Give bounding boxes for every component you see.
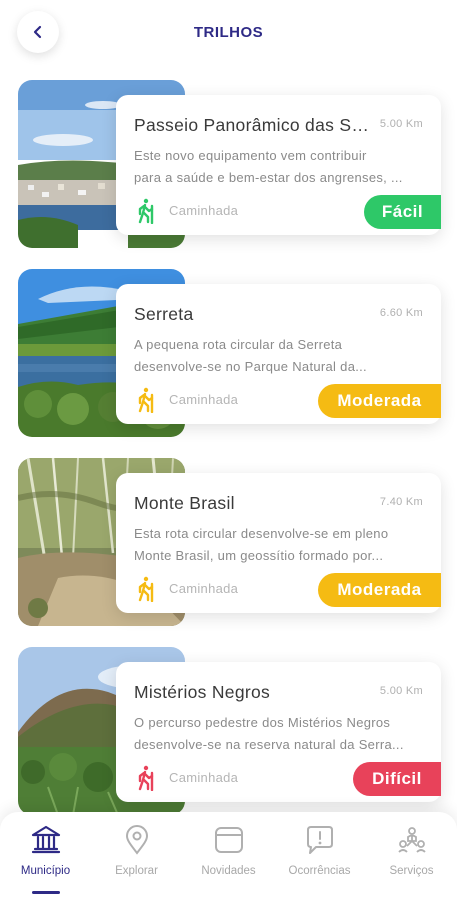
trail-type: Caminhada (169, 581, 239, 596)
hiker-icon (138, 387, 154, 413)
trail-description: Este novo equipamento vem contribuir par… (134, 145, 424, 189)
trail-distance: 6.60 Km (379, 307, 423, 319)
difficulty-badge: Difícil (353, 762, 441, 796)
trail-info-panel: Mistérios Negros 5.00 Km O percurso pede… (116, 662, 441, 802)
hiker-icon (138, 576, 154, 602)
difficulty-badge: Fácil (364, 195, 441, 229)
page-title: TRILHOS (193, 24, 264, 41)
services-icon (397, 827, 426, 853)
trail-info-panel: Monte Brasil 7.40 Km Esta rota circular … (116, 473, 441, 613)
trail-info-panel: Serreta 6.60 Km A pequena rota circular … (116, 284, 441, 424)
trail-description-line: desenvolve-se no Parque Natural da... (134, 359, 367, 374)
nav-item-municipio[interactable]: Município (0, 824, 91, 894)
trail-description-line: Monte Brasil, um geossítio formado por..… (134, 548, 384, 563)
nav-item-servicos[interactable]: Serviços (366, 824, 457, 894)
trail-name: Monte Brasil (134, 493, 235, 513)
difficulty-badge: Moderada (318, 384, 441, 418)
nav-item-novidades[interactable]: Novidades (183, 824, 274, 894)
trail-type: Caminhada (169, 203, 239, 218)
trail-description-line: O percurso pedestre dos Mistérios Negros (134, 715, 391, 730)
trail-description-line: Esta rota circular desenvolve-se em plen… (134, 526, 389, 541)
hiker-icon (138, 198, 154, 224)
trail-card[interactable]: Monte Brasil 7.40 Km Esta rota circular … (0, 458, 457, 628)
map-pin-icon (125, 825, 148, 855)
trail-description: O percurso pedestre dos Mistérios Negros… (134, 712, 424, 756)
trail-card[interactable]: Passeio Panorâmico das Serras 5.00 Km Es… (0, 80, 457, 250)
trail-card[interactable]: Mistérios Negros 5.00 Km O percurso pede… (0, 647, 457, 817)
trail-description-line: Este novo equipamento vem contribuir (134, 148, 367, 163)
trail-description-line: A pequena rota circular da Serreta (134, 337, 343, 352)
news-card-icon (214, 827, 243, 853)
trail-name: Mistérios Negros (134, 682, 271, 702)
trail-description-line: desenvolve-se na reserva natural da Serr… (134, 737, 404, 752)
alert-bubble-icon (306, 826, 333, 854)
difficulty-badge: Moderada (318, 573, 441, 607)
trail-card[interactable]: Serreta 6.60 Km A pequena rota circular … (0, 269, 457, 439)
nav-label: Novidades (201, 865, 256, 877)
active-tab-indicator (32, 891, 60, 894)
trail-info-panel: Passeio Panorâmico das Serras 5.00 Km Es… (116, 95, 441, 235)
trail-distance: 5.00 Km (379, 685, 423, 697)
trail-type: Caminhada (169, 770, 239, 785)
trail-description: A pequena rota circular da Serreta desen… (134, 334, 424, 378)
trail-name: Passeio Panorâmico das Serras (134, 115, 369, 135)
trail-name: Serreta (134, 304, 194, 324)
app-header: TRILHOS (0, 0, 457, 70)
trail-description: Esta rota circular desenvolve-se em plen… (134, 523, 424, 567)
hiker-icon (138, 765, 154, 791)
nav-label: Explorar (115, 865, 158, 877)
trail-type: Caminhada (169, 392, 239, 407)
nav-label: Ocorrências (288, 865, 351, 877)
nav-item-explorar[interactable]: Explorar (91, 824, 182, 894)
trail-distance: 5.00 Km (379, 118, 423, 130)
nav-label: Município (20, 865, 71, 877)
town-hall-icon (31, 825, 60, 854)
bottom-navigation: Município Explorar Novidades Ocorrências… (0, 812, 457, 900)
trail-distance: 7.40 Km (379, 496, 423, 508)
nav-label: Serviços (389, 865, 434, 877)
trail-description-line: para a saúde e bem-estar dos angrenses, … (134, 170, 403, 185)
nav-item-ocorrencias[interactable]: Ocorrências (274, 824, 365, 894)
